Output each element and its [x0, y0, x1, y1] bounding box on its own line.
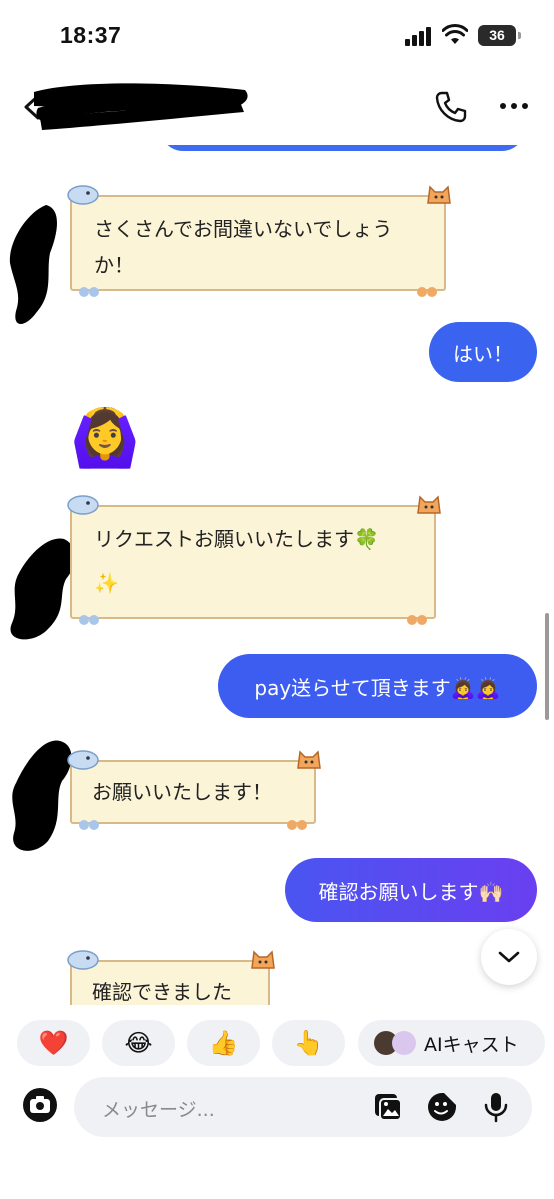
message-text: お願いいたします！	[92, 780, 272, 804]
incoming-card-message[interactable]: 確認できました	[67, 950, 275, 1005]
previous-outgoing-bubble	[160, 145, 525, 151]
outgoing-message-bubble[interactable]: はい！	[429, 322, 537, 382]
signal-icon	[405, 26, 435, 46]
cat-sticker-icon	[297, 750, 321, 769]
redacted-contact-name[interactable]	[30, 78, 250, 130]
message-text-cont: ✨	[94, 571, 119, 595]
scrollbar-thumb[interactable]	[545, 613, 549, 720]
dog-sticker-icon	[67, 950, 99, 970]
chevron-down-icon	[498, 951, 520, 963]
outgoing-message-bubble[interactable]: pay送らせて頂きます🙇‍♀️🙇‍♀️	[218, 654, 537, 718]
redacted-avatar	[9, 205, 57, 324]
message-text: pay送らせて頂きます🙇‍♀️🙇‍♀️	[254, 675, 501, 700]
message-text: 確認できました	[92, 980, 232, 1004]
quick-reaction-thumbs-up[interactable]: 👍	[187, 1020, 260, 1066]
wifi-icon	[442, 24, 468, 44]
redacted-avatar	[10, 538, 75, 640]
incoming-card-message[interactable]: リクエストお願いいたします🍀 ✨	[67, 495, 441, 625]
phone-icon[interactable]	[434, 90, 468, 124]
emoji-message[interactable]: 🙆‍♀️	[70, 403, 140, 475]
battery-icon: 36	[478, 25, 521, 46]
message-text: はい！	[453, 341, 513, 366]
gallery-icon[interactable]	[372, 1091, 404, 1123]
paw-icon	[417, 287, 437, 297]
dog-sticker-icon	[67, 185, 99, 205]
message-text-cont: か！	[94, 253, 134, 277]
quick-reaction-laugh[interactable]: 😂	[102, 1020, 175, 1066]
message-text: さくさんでお間違いないでしょう	[94, 217, 393, 241]
microphone-icon[interactable]	[480, 1091, 512, 1123]
camera-icon[interactable]	[22, 1087, 58, 1123]
paw-icon	[407, 615, 427, 625]
more-icon[interactable]	[498, 96, 530, 116]
status-time: 18:37	[60, 22, 122, 48]
ai-avatar	[392, 1031, 416, 1055]
outgoing-message-bubble[interactable]: 確認お願いします🙌🏻	[285, 858, 537, 922]
paw-icon	[79, 287, 99, 297]
message-text: リクエストお願いいたします🍀	[94, 527, 379, 551]
sticker-icon[interactable]	[426, 1091, 458, 1123]
dog-sticker-icon	[67, 495, 99, 515]
message-list[interactable]: さくさんでお間違いないでしょう か！ はい！ 🙆‍♀️ リクエストお願いいたしま…	[0, 145, 554, 1005]
quick-reaction-heart[interactable]: ❤️	[17, 1020, 90, 1066]
message-input[interactable]: メッセージ...	[74, 1077, 532, 1137]
cat-sticker-icon	[427, 185, 451, 204]
paw-icon	[79, 820, 99, 830]
quick-reaction-point-up[interactable]: 👆	[272, 1020, 345, 1066]
scroll-to-bottom-button[interactable]	[481, 929, 537, 985]
incoming-card-message[interactable]: さくさんでお間違いないでしょう か！	[67, 185, 451, 297]
incoming-card-message[interactable]: お願いいたします！	[67, 750, 321, 830]
status-bar: 18:37 36	[0, 0, 554, 70]
paw-icon	[79, 615, 99, 625]
cat-sticker-icon	[417, 495, 441, 514]
ai-cast-label: AIキャスト	[424, 1033, 519, 1056]
cat-sticker-icon	[251, 950, 275, 969]
message-input-placeholder: メッセージ...	[102, 1099, 215, 1121]
chat-header	[0, 70, 554, 145]
ai-cast-button[interactable]: AIキャスト	[358, 1020, 545, 1066]
dog-sticker-icon	[67, 750, 99, 770]
message-text: 確認お願いします🙌🏻	[318, 879, 504, 904]
paw-icon	[287, 820, 307, 830]
